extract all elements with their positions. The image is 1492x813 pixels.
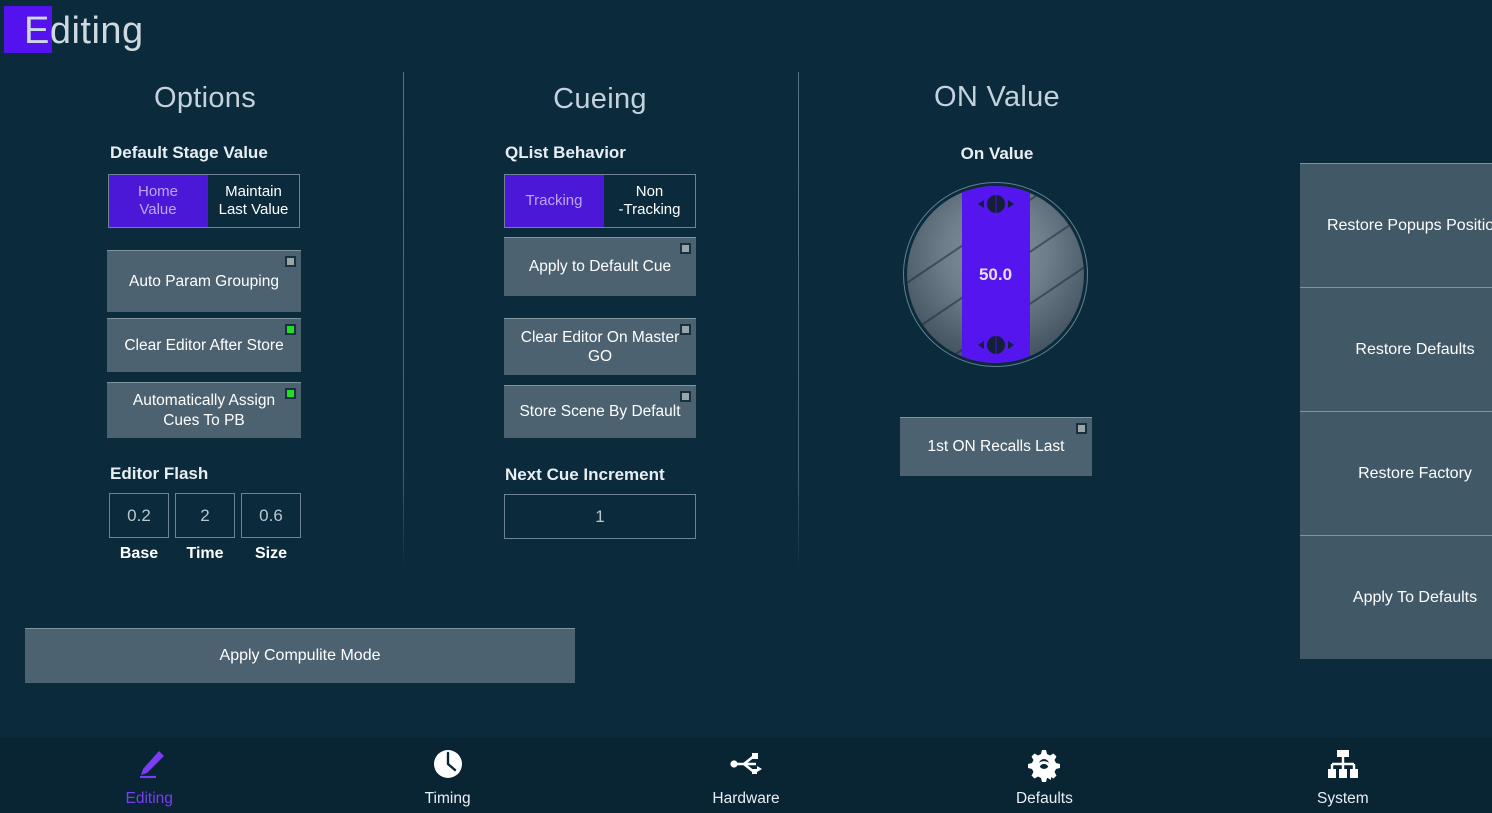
button-auto-param-grouping-label: Auto Param Grouping bbox=[129, 272, 279, 290]
caption-base: Base bbox=[119, 545, 159, 562]
segment-maintain-last-value[interactable]: Maintain Last Value bbox=[208, 175, 299, 227]
label-on-value: On Value bbox=[960, 144, 1034, 163]
button-1st-on-recalls-last-label: 1st ON Recalls Last bbox=[927, 438, 1065, 456]
led-clear-editor-on-master-go bbox=[680, 324, 691, 335]
segment-tracking[interactable]: Tracking bbox=[505, 175, 604, 227]
encoder-knob-ring bbox=[903, 182, 1088, 367]
page-title-container: Editing bbox=[4, 5, 144, 57]
section-heading-options: Options bbox=[153, 82, 257, 114]
button-apply-to-defaults-label: Apply To Defaults bbox=[1352, 588, 1478, 606]
label-default-stage-value: Default Stage Value bbox=[110, 143, 268, 162]
nav-item-system-label: System bbox=[1316, 789, 1369, 807]
button-1st-on-recalls-last[interactable]: 1st ON Recalls Last bbox=[900, 417, 1092, 476]
led-apply-to-default-cue bbox=[680, 243, 691, 254]
button-restore-defaults[interactable]: Restore Defaults bbox=[1300, 287, 1492, 411]
button-apply-compulite-mode-label: Apply Compulite Mode bbox=[219, 647, 381, 664]
gear-refresh-icon bbox=[1024, 744, 1064, 784]
segmented-default-stage-value[interactable]: Home Value Maintain Last Value bbox=[108, 174, 300, 228]
clock-icon bbox=[428, 744, 468, 784]
button-restore-popups-position[interactable]: Restore Popups Position bbox=[1300, 163, 1492, 287]
button-restore-popups-position-label: Restore Popups Position bbox=[1326, 216, 1492, 234]
field-editor-flash-time[interactable]: 2 bbox=[175, 493, 235, 538]
segment-home-value[interactable]: Home Value bbox=[109, 175, 208, 227]
segment-home-value-line1: Home bbox=[137, 182, 178, 200]
segment-maintain-line1: Maintain bbox=[225, 182, 282, 200]
nav-item-hardware[interactable]: Hardware bbox=[597, 738, 895, 813]
column-divider-1 bbox=[403, 72, 404, 570]
button-auto-assign-line1: Automatically Assign bbox=[132, 392, 276, 410]
segment-non-tracking[interactable]: Non -Tracking bbox=[604, 175, 695, 227]
segment-tracking-label: Tracking bbox=[525, 191, 583, 209]
button-clear-master-go-line2: GO bbox=[587, 348, 613, 365]
nav-item-editing[interactable]: Editing bbox=[0, 738, 298, 813]
segment-non-tracking-line1: Non bbox=[635, 182, 664, 200]
section-heading-cueing: Cueing bbox=[553, 83, 647, 115]
field-editor-flash-base[interactable]: 0.2 bbox=[109, 493, 169, 538]
button-automatically-assign-cues-to-pb[interactable]: Automatically Assign Cues To PB bbox=[107, 382, 301, 438]
bottom-navigation-bar: Editing Timing Hardware Defaults System bbox=[0, 738, 1492, 813]
page-title: Editing bbox=[24, 10, 144, 52]
nav-item-timing[interactable]: Timing bbox=[298, 738, 596, 813]
caption-size: Size bbox=[254, 545, 287, 562]
field-next-cue-increment[interactable]: 1 bbox=[504, 494, 696, 539]
button-clear-editor-after-store[interactable]: Clear Editor After Store bbox=[107, 318, 301, 372]
encoder-knob[interactable]: 50.0 bbox=[903, 182, 1088, 367]
led-automatically-assign-cues-to-pb bbox=[285, 388, 296, 399]
section-heading-on-value: ON Value bbox=[934, 81, 1060, 113]
field-editor-flash-size[interactable]: 0.6 bbox=[241, 493, 301, 538]
button-apply-to-defaults[interactable]: Apply To Defaults bbox=[1300, 535, 1492, 659]
nav-item-editing-label: Editing bbox=[125, 789, 173, 807]
segmented-qlist-behavior[interactable]: Tracking Non -Tracking bbox=[504, 174, 696, 228]
label-next-cue-increment: Next Cue Increment bbox=[505, 465, 665, 484]
led-1st-on-recalls-last bbox=[1076, 423, 1087, 434]
button-store-scene-by-default-label: Store Scene By Default bbox=[519, 403, 681, 421]
column-divider-2 bbox=[798, 72, 799, 570]
nav-item-defaults[interactable]: Defaults bbox=[895, 738, 1193, 813]
segment-home-value-line2: Value bbox=[139, 201, 177, 218]
label-qlist-behavior: QList Behavior bbox=[505, 143, 626, 162]
label-editor-flash: Editor Flash bbox=[110, 464, 209, 483]
nav-item-timing-label: Timing bbox=[424, 789, 471, 807]
pencil-icon bbox=[129, 744, 169, 784]
button-auto-param-grouping[interactable]: Auto Param Grouping bbox=[107, 250, 301, 312]
button-restore-defaults-label: Restore Defaults bbox=[1355, 340, 1475, 358]
led-store-scene-by-default bbox=[680, 391, 691, 402]
button-clear-master-go-line1: Clear Editor On Master bbox=[520, 328, 680, 346]
button-restore-factory[interactable]: Restore Factory bbox=[1300, 411, 1492, 535]
button-auto-assign-line2: Cues To PB bbox=[163, 411, 245, 429]
on-value-encoder[interactable]: 50.0 bbox=[903, 182, 1088, 367]
field-editor-flash-size-value: 0.6 bbox=[259, 505, 283, 525]
field-next-cue-increment-value: 1 bbox=[595, 506, 605, 526]
button-store-scene-by-default[interactable]: Store Scene By Default bbox=[504, 385, 696, 438]
nav-item-system[interactable]: System bbox=[1194, 738, 1492, 813]
nav-item-hardware-label: Hardware bbox=[712, 789, 780, 807]
caption-time: Time bbox=[186, 545, 224, 562]
usb-icon bbox=[726, 744, 766, 784]
button-apply-to-default-cue[interactable]: Apply to Default Cue bbox=[504, 237, 696, 296]
button-clear-editor-after-store-label: Clear Editor After Store bbox=[124, 336, 284, 354]
nav-item-defaults-label: Defaults bbox=[1015, 789, 1073, 807]
segment-maintain-line2: Last Value bbox=[218, 201, 289, 218]
field-editor-flash-base-value: 0.2 bbox=[127, 505, 151, 525]
button-apply-compulite-mode[interactable]: Apply Compulite Mode bbox=[25, 628, 575, 683]
led-clear-editor-after-store bbox=[285, 324, 296, 335]
button-apply-to-default-cue-label: Apply to Default Cue bbox=[528, 258, 672, 276]
editing-settings-screen: Editing Options Cueing ON Value Default … bbox=[0, 0, 1492, 813]
field-editor-flash-time-value: 2 bbox=[200, 505, 210, 525]
button-restore-factory-label: Restore Factory bbox=[1358, 464, 1472, 482]
segment-non-tracking-line2: -Tracking bbox=[618, 201, 681, 218]
hierarchy-icon bbox=[1323, 744, 1363, 784]
button-clear-editor-on-master-go[interactable]: Clear Editor On Master GO bbox=[504, 318, 696, 375]
led-auto-param-grouping bbox=[285, 256, 296, 267]
